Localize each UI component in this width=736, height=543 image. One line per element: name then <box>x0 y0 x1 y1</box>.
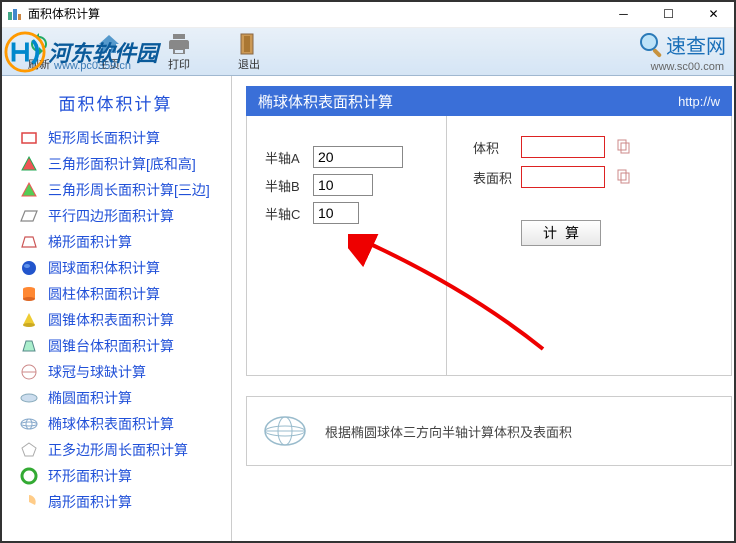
trapezoid-icon <box>20 233 38 251</box>
panel-body: 半轴A 半轴B 半轴C 体积 表面积 <box>246 116 732 376</box>
cap-icon <box>20 363 38 381</box>
description-box: 根据椭圆球体三方向半轴计算体积及表面积 <box>246 396 732 466</box>
calculate-button[interactable]: 计算 <box>521 220 601 246</box>
volume-output <box>521 136 605 158</box>
search-brand-name: 速查网 <box>666 30 726 59</box>
exit-icon <box>237 32 261 56</box>
app-icon <box>6 6 22 22</box>
sector-icon <box>20 493 38 511</box>
sidebar-item-cylinder[interactable]: 圆柱体积面积计算 <box>0 281 231 307</box>
input-column: 半轴A 半轴B 半轴C <box>247 116 447 375</box>
sidebar-item-sector[interactable]: 扇形面积计算 <box>0 489 231 515</box>
axis-c-input[interactable] <box>313 202 359 224</box>
window-title: 面积体积计算 <box>28 5 601 22</box>
description-text: 根据椭圆球体三方向半轴计算体积及表面积 <box>325 422 572 441</box>
surface-output <box>521 166 605 188</box>
volume-label: 体积 <box>473 138 515 157</box>
panel-header: 椭球体积表面积计算 http://w <box>246 86 732 116</box>
toolbar: 刷新 主页 打印 退出 河东软件园 www.pc0359.cn 速查网 www.… <box>0 28 736 76</box>
sidebar-item-frustum[interactable]: 圆锥台体积面积计算 <box>0 333 231 359</box>
logo-icon <box>4 31 46 73</box>
exit-button[interactable]: 退出 <box>214 32 284 72</box>
maximize-button[interactable]: ☐ <box>646 0 691 28</box>
content-panel: 椭球体积表面积计算 http://w 半轴A 半轴B 半轴C <box>232 76 736 543</box>
triangle-icon <box>20 181 38 199</box>
sidebar-title: 面积体积计算 <box>0 76 231 125</box>
brand-logo: 河东软件园 www.pc0359.cn <box>0 28 210 76</box>
window-controls: ─ ☐ ✕ <box>601 0 736 28</box>
sidebar-item-ring[interactable]: 环形面积计算 <box>0 463 231 489</box>
axis-a-input[interactable] <box>313 146 403 168</box>
axis-c-label: 半轴C <box>265 204 307 223</box>
frustum-icon <box>20 337 38 355</box>
ellipsoid-illustration-icon <box>263 413 307 449</box>
panel-header-url: http://w <box>678 94 720 109</box>
axis-b-input[interactable] <box>313 174 373 196</box>
sphere-icon <box>20 259 38 277</box>
close-button[interactable]: ✕ <box>691 0 736 28</box>
parallelogram-icon <box>20 207 38 225</box>
sidebar-item-cone[interactable]: 圆锥体积表面积计算 <box>0 307 231 333</box>
sidebar-item-polygon[interactable]: 正多边形周长面积计算 <box>0 437 231 463</box>
sidebar-item-trapezoid[interactable]: 梯形面积计算 <box>0 229 231 255</box>
polygon-icon <box>20 441 38 459</box>
sidebar-item-ellipse[interactable]: 椭圆面积计算 <box>0 385 231 411</box>
sidebar-item-triangle-3s[interactable]: 三角形周长面积计算[三边] <box>0 177 231 203</box>
sidebar: 面积体积计算 矩形周长面积计算 三角形面积计算[底和高] 三角形周长面积计算[三… <box>0 76 232 543</box>
rect-icon <box>20 129 38 147</box>
sidebar-item-ellipsoid[interactable]: 椭球体积表面积计算 <box>0 411 231 437</box>
cylinder-icon <box>20 285 38 303</box>
search-brand-url: www.sc00.com <box>651 61 724 73</box>
minimize-button[interactable]: ─ <box>601 0 646 28</box>
output-column: 体积 表面积 计算 <box>447 116 731 375</box>
sidebar-item-triangle-bh[interactable]: 三角形面积计算[底和高] <box>0 151 231 177</box>
magnifier-icon <box>638 31 666 59</box>
sidebar-item-parallelogram[interactable]: 平行四边形面积计算 <box>0 203 231 229</box>
main-area: 面积体积计算 矩形周长面积计算 三角形面积计算[底和高] 三角形周长面积计算[三… <box>0 76 736 543</box>
sidebar-item-rect[interactable]: 矩形周长面积计算 <box>0 125 231 151</box>
axis-b-label: 半轴B <box>265 176 307 195</box>
ellipsoid-icon <box>20 415 38 433</box>
cone-icon <box>20 311 38 329</box>
ellipse-icon <box>20 389 38 407</box>
titlebar: 面积体积计算 ─ ☐ ✕ <box>0 0 736 28</box>
axis-a-label: 半轴A <box>265 148 307 167</box>
brand-url: www.pc0359.cn <box>54 60 131 72</box>
ring-icon <box>20 467 38 485</box>
panel-title: 椭球体积表面积计算 <box>258 91 393 112</box>
copy-icon[interactable] <box>615 169 631 185</box>
sidebar-item-cap[interactable]: 球冠与球缺计算 <box>0 359 231 385</box>
surface-label: 表面积 <box>473 168 515 187</box>
sidebar-item-sphere[interactable]: 圆球面积体积计算 <box>0 255 231 281</box>
triangle-icon <box>20 155 38 173</box>
search-brand: 速查网 <box>638 30 726 59</box>
copy-icon[interactable] <box>615 139 631 155</box>
